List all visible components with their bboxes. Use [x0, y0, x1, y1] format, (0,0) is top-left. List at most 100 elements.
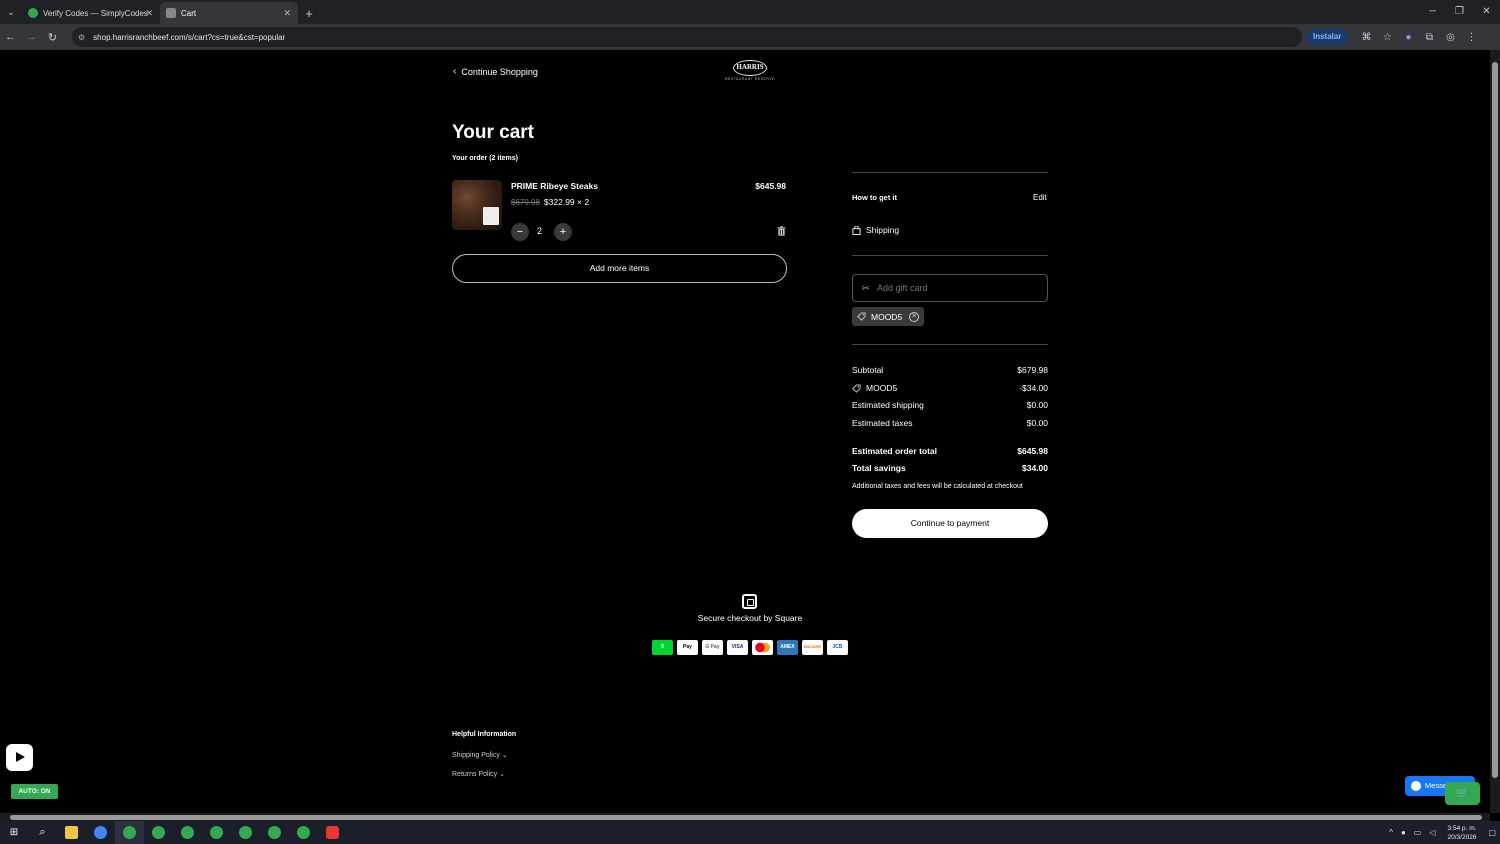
minimize-icon[interactable]: ─ — [1419, 0, 1446, 24]
product-name[interactable]: PRIME Ribeye Steaks — [511, 181, 598, 191]
window-close-icon[interactable]: ✕ — [1473, 0, 1500, 24]
tab-search-icon[interactable]: ⌄ — [0, 0, 22, 24]
shipping-policy-toggle[interactable]: Shipping Policy ⌄ — [452, 751, 508, 759]
address-bar-row: ← → ↻ ⚙ shop.harrisranchbeef.com/s/cart?… — [0, 24, 1500, 50]
tab-verify-codes[interactable]: Verify Codes — SimplyCodes ✕ — [22, 2, 160, 24]
gift-card-input[interactable] — [852, 274, 1048, 302]
close-tab-icon[interactable]: ✕ — [145, 8, 153, 19]
system-clock[interactable]: 3:54 p. m. 20/3/2026 — [1448, 824, 1477, 842]
harris-logo[interactable]: HARRIS RESTAURANT RESERVE — [724, 60, 776, 84]
logo-subtitle: RESTAURANT RESERVE — [724, 77, 776, 81]
shopping-bag-icon — [852, 225, 861, 235]
promo-code-label: MOOD5 — [871, 311, 903, 322]
install-app-button[interactable]: Instalar — [1306, 29, 1349, 45]
quantity-increase-button[interactable]: + — [554, 223, 572, 241]
remove-promo-icon[interactable]: ✕ — [909, 311, 920, 322]
reload-icon[interactable]: ↻ — [42, 31, 63, 44]
line-value: $0.00 — [1026, 400, 1048, 410]
chrome-app-icon[interactable] — [202, 821, 231, 844]
line-label: Total savings — [852, 463, 906, 473]
windows-start-icon[interactable]: ⊞ — [0, 827, 28, 838]
cart-page: ‹ Continue Shopping HARRIS RESTAURANT RE… — [0, 50, 1490, 813]
back-arrow-icon[interactable]: ← — [0, 31, 21, 43]
payment-method-cash-app-icon: $ — [652, 640, 673, 655]
scrollbar-thumb[interactable] — [1492, 62, 1498, 778]
line-value: $0.00 — [1026, 418, 1048, 428]
cart-fab-button[interactable]: 🛒 — [1445, 782, 1480, 805]
how-to-get-it-label: How to get it — [852, 193, 897, 202]
notifications-icon[interactable]: ▢ — [1488, 828, 1496, 837]
file-explorer-icon[interactable] — [57, 821, 86, 844]
tag-icon — [857, 312, 866, 321]
plus-icon: + — [559, 226, 567, 238]
chrome-app-icon[interactable] — [260, 821, 289, 844]
line-label: Estimated taxes — [852, 418, 913, 428]
volume-icon[interactable]: ◁ — [1429, 828, 1435, 837]
tab-cart[interactable]: Cart ✕ — [160, 2, 298, 24]
discount-line: MOOD5 -$34.00 — [852, 383, 1048, 393]
auto-mode-badge[interactable]: AUTO: ON — [11, 784, 58, 799]
shipping-line: Estimated shipping $0.00 — [852, 400, 1048, 410]
add-more-items-button[interactable]: Add more items — [452, 254, 787, 283]
payment-method-mastercard-icon — [752, 640, 773, 655]
translate-icon[interactable]: ⌘ — [1356, 32, 1377, 43]
toolbar-icons: ⌘ ☆ ● ⧉ ◎ ⋮ — [1356, 24, 1482, 50]
tray-chevron-up-icon[interactable]: ^ — [1389, 828, 1393, 837]
chrome-app-icon[interactable] — [231, 821, 260, 844]
browser-menu-icon[interactable]: ⋮ — [1461, 32, 1482, 43]
line-value: $645.98 — [1017, 446, 1048, 456]
line-label: Estimated order total — [852, 446, 938, 456]
system-tray: ^ ● ▭ ◁ 3:54 p. m. 20/3/2026 ▢ — [1385, 821, 1500, 844]
search-icon[interactable]: ⌕ — [28, 821, 57, 844]
chrome-app-icon[interactable] — [289, 821, 318, 844]
helpful-info-title: Helpful Information — [452, 731, 517, 738]
trash-icon[interactable] — [777, 226, 786, 236]
shipping-label: Shipping — [866, 225, 900, 235]
window-controls: ─ ❐ ✕ — [1419, 0, 1500, 24]
scrollbar-thumb[interactable] — [10, 815, 1482, 820]
line-value: -$34.00 — [1019, 383, 1048, 393]
returns-policy-toggle[interactable]: Returns Policy ⌄ — [452, 770, 505, 778]
order-total-line: Estimated order total $645.98 — [852, 446, 1048, 456]
original-price: $679.98 — [511, 197, 540, 207]
summary-divider — [852, 172, 1048, 173]
horizontal-scrollbar[interactable] — [0, 813, 1490, 821]
close-tab-icon[interactable]: ✕ — [283, 8, 291, 19]
network-icon[interactable]: ▭ — [1414, 828, 1422, 837]
vertical-scrollbar[interactable] — [1490, 50, 1500, 813]
product-image[interactable] — [452, 180, 502, 230]
tax-note: Additional taxes and fees will be calcul… — [852, 483, 1023, 490]
extensions-puzzle-icon[interactable]: ⧉ — [1419, 32, 1440, 43]
app-icon[interactable] — [318, 821, 347, 844]
continue-shopping-link[interactable]: ‹ Continue Shopping — [453, 66, 538, 77]
continue-shopping-label: Continue Shopping — [461, 66, 538, 77]
unit-price: $322.99 × 2 — [543, 197, 590, 207]
new-tab-plus-icon[interactable]: + — [298, 2, 320, 24]
edit-fulfillment-link[interactable]: Edit — [1033, 193, 1047, 202]
simplycodes-favicon-icon — [28, 8, 38, 18]
payment-method-visa-icon: VISA — [727, 640, 748, 655]
continue-to-payment-button[interactable]: Continue to payment — [852, 509, 1048, 538]
microphone-icon[interactable]: ● — [1401, 828, 1406, 837]
browser-tab-strip: ⌄ Verify Codes — SimplyCodes ✕ Cart ✕ + … — [0, 0, 1500, 24]
profile-icon[interactable]: ◎ — [1440, 32, 1461, 43]
play-button[interactable] — [6, 744, 33, 771]
square-logo-icon — [742, 594, 757, 609]
payment-method-discover-icon: DISCOVER — [802, 640, 823, 655]
tag-icon — [852, 383, 861, 393]
site-info-icon[interactable]: ⚙ — [78, 33, 85, 42]
taxes-line: Estimated taxes $0.00 — [852, 418, 1048, 428]
restore-icon[interactable]: ❐ — [1446, 0, 1473, 24]
bookmark-star-icon[interactable]: ☆ — [1377, 32, 1398, 43]
gift-card-icon: ✂ — [862, 283, 870, 293]
payment-method-jcb-icon: JCB — [827, 640, 848, 655]
chrome-app-icon[interactable] — [86, 821, 115, 844]
chrome-app-icon[interactable] — [173, 821, 202, 844]
extension-avatar-icon[interactable]: ● — [1398, 32, 1419, 43]
forward-arrow-icon[interactable]: → — [21, 31, 42, 43]
chrome-app-icon[interactable] — [115, 821, 144, 844]
url-omnibox[interactable]: ⚙ shop.harrisranchbeef.com/s/cart?cs=tru… — [72, 27, 1302, 47]
chrome-app-icon[interactable] — [144, 821, 173, 844]
quantity-decrease-button[interactable]: − — [511, 223, 529, 241]
chevron-left-icon: ‹ — [453, 66, 457, 77]
